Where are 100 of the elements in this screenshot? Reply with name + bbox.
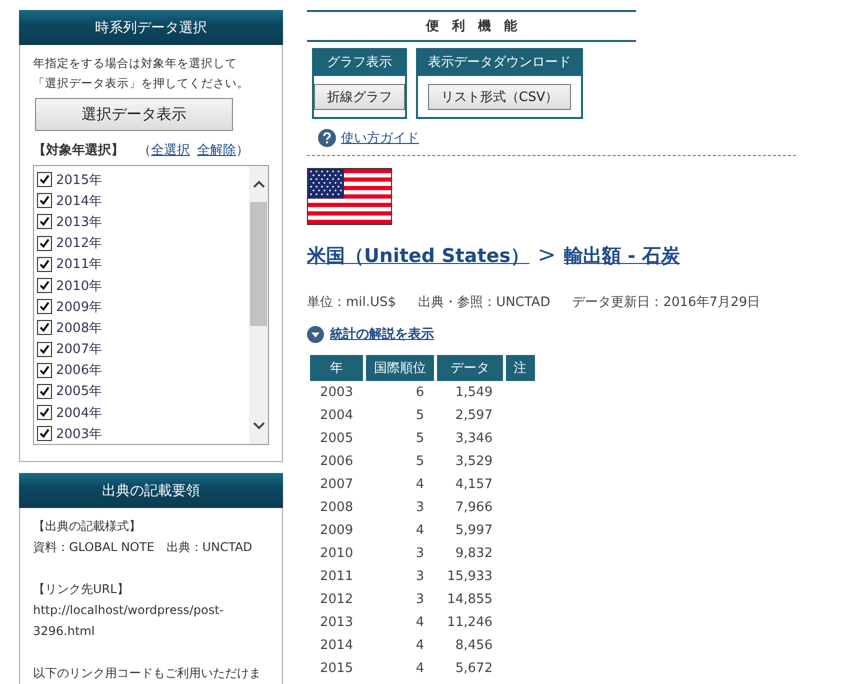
table-cell-text: 1,549 bbox=[454, 384, 494, 402]
year-select-label: 【対象年選択】 bbox=[33, 142, 124, 159]
panel-header: 時系列データ選択 bbox=[19, 10, 283, 45]
year-label: 2009年 bbox=[56, 298, 102, 316]
clear-all-link[interactable]: 全解除 bbox=[197, 141, 236, 159]
checkbox[interactable] bbox=[37, 299, 52, 314]
table-cell-text: 3 bbox=[414, 499, 426, 517]
column-header: データ bbox=[437, 355, 503, 381]
checkbox[interactable] bbox=[37, 278, 52, 294]
help-icon bbox=[318, 129, 336, 147]
table-cell-text: 5 bbox=[414, 407, 426, 425]
flag-icon bbox=[307, 168, 392, 225]
year-label: 2010年 bbox=[56, 278, 102, 295]
checkbox[interactable] bbox=[37, 384, 52, 399]
checkbox[interactable] bbox=[37, 256, 52, 272]
table-cell-text: 2006 bbox=[319, 453, 354, 471]
table-cell-text: 5,997 bbox=[454, 522, 494, 540]
year-label: 2005年 bbox=[56, 383, 102, 400]
panel-header: 出典の記載要領 bbox=[19, 473, 283, 508]
group-header: 表示データダウンロード bbox=[416, 48, 583, 76]
checkbox[interactable] bbox=[37, 193, 52, 208]
table-cell-text: 2010 bbox=[319, 545, 354, 563]
group-header: グラフ表示 bbox=[312, 48, 407, 76]
table-cell-text: 3,346 bbox=[454, 430, 494, 448]
table-cell-text: 2004 bbox=[319, 407, 354, 425]
table-cell-text: 5,672 bbox=[454, 660, 494, 678]
guide-link[interactable]: 使い方ガイド bbox=[341, 129, 419, 147]
citation-heading: 【出典の記載様式】 bbox=[33, 518, 142, 535]
table-cell-text: 4 bbox=[414, 614, 426, 632]
checkbox[interactable] bbox=[37, 214, 52, 230]
table-cell-text: 2,597 bbox=[454, 407, 494, 425]
checkbox[interactable] bbox=[37, 172, 52, 188]
table-cell-text: 4 bbox=[414, 476, 426, 494]
source-text: 出典・参照：UNCTAD bbox=[418, 294, 550, 311]
expand-icon bbox=[307, 326, 324, 342]
table-cell-text: 3 bbox=[414, 545, 426, 563]
checkbox[interactable] bbox=[37, 320, 52, 336]
year-label: 2007年 bbox=[56, 341, 102, 358]
paren: ） bbox=[236, 142, 249, 159]
table-cell-text: 8,456 bbox=[454, 637, 494, 655]
table-cell-text: 15,933 bbox=[446, 568, 494, 586]
citation-text: 資料：GLOBAL NOTE 出典：UNCTAD bbox=[33, 539, 254, 556]
year-label: 2012年 bbox=[56, 235, 102, 252]
year-label: 2013年 bbox=[56, 214, 102, 231]
checkbox[interactable] bbox=[37, 236, 52, 251]
scroll-up-icon[interactable] bbox=[252, 180, 264, 188]
table-cell-text: 2015 bbox=[319, 660, 354, 678]
instruction-text: 年指定をする場合は対象年を選択して bbox=[33, 55, 238, 72]
scrollbar[interactable] bbox=[249, 166, 268, 444]
country-link[interactable]: 米国（United States） bbox=[307, 243, 530, 269]
table-cell-text: 6 bbox=[414, 384, 426, 402]
topic-link[interactable]: 輸出額 - 石炭 bbox=[564, 243, 680, 269]
table-cell-text: 4 bbox=[414, 522, 426, 540]
table-cell-text: 7,966 bbox=[454, 499, 494, 517]
url-heading: 【リンク先URL】 bbox=[33, 581, 130, 598]
update-date: データ更新日：2016年7月29日 bbox=[572, 294, 760, 311]
note-text: 以下のリンク用コードもご利用いただけま bbox=[33, 665, 262, 682]
tool-button[interactable]: リスト形式（CSV） bbox=[428, 84, 572, 110]
select-all-link[interactable]: 全選択 bbox=[151, 141, 190, 159]
year-label: 2003年 bbox=[56, 426, 102, 443]
paren: （ bbox=[138, 142, 151, 159]
table-cell-text: 3 bbox=[414, 591, 426, 609]
table-cell-text: 14,855 bbox=[446, 591, 494, 609]
table-cell-text: 2011 bbox=[319, 568, 354, 586]
table-cell-text: 2005 bbox=[319, 430, 354, 448]
column-header: 注 bbox=[506, 355, 535, 381]
year-label: 2015年 bbox=[56, 172, 102, 189]
table-cell-text: 4 bbox=[414, 660, 426, 678]
breadcrumb-separator: > bbox=[538, 243, 556, 268]
instruction-text: 「選択データ表示」を押してください。 bbox=[33, 75, 250, 92]
year-label: 2014年 bbox=[56, 192, 102, 210]
table-cell-text: 3 bbox=[414, 568, 426, 586]
tool-button[interactable]: 折線グラフ bbox=[314, 84, 405, 110]
table-cell-text: 3,529 bbox=[454, 453, 494, 471]
explanation-link[interactable]: 統計の解説を表示 bbox=[330, 325, 434, 343]
table-cell-text: 2008 bbox=[319, 499, 354, 517]
table-cell-text: 2013 bbox=[319, 614, 354, 632]
table-cell-text: 2003 bbox=[319, 384, 354, 402]
unit-text: 単位：mil.US$ bbox=[307, 294, 396, 311]
table-cell-text: 4 bbox=[414, 637, 426, 655]
table-cell-text: 9,832 bbox=[454, 545, 494, 563]
scroll-down-icon[interactable] bbox=[252, 422, 264, 430]
table-cell-text: 5 bbox=[414, 430, 426, 448]
show-selected-button[interactable]: 選択データ表示 bbox=[35, 98, 233, 131]
column-header: 年 bbox=[310, 355, 364, 381]
column-header: 国際順位 bbox=[366, 355, 434, 381]
checkbox[interactable] bbox=[37, 342, 52, 357]
year-label: 2006年 bbox=[56, 362, 102, 380]
table-cell-text: 2014 bbox=[319, 637, 354, 655]
year-label: 2004年 bbox=[56, 404, 102, 422]
table-cell-text: 4,157 bbox=[454, 476, 494, 494]
url-text: http://localhost/wordpress/post-3296.html bbox=[33, 602, 225, 640]
checkbox[interactable] bbox=[37, 426, 52, 442]
table-cell-text: 2009 bbox=[319, 522, 354, 540]
table-cell-text: 2007 bbox=[319, 476, 354, 494]
table-cell-text: 5 bbox=[414, 453, 426, 471]
year-label: 2011年 bbox=[56, 256, 102, 274]
checkbox[interactable] bbox=[37, 362, 52, 378]
checkbox[interactable] bbox=[37, 405, 52, 420]
table-cell-text: 11,246 bbox=[446, 614, 494, 632]
